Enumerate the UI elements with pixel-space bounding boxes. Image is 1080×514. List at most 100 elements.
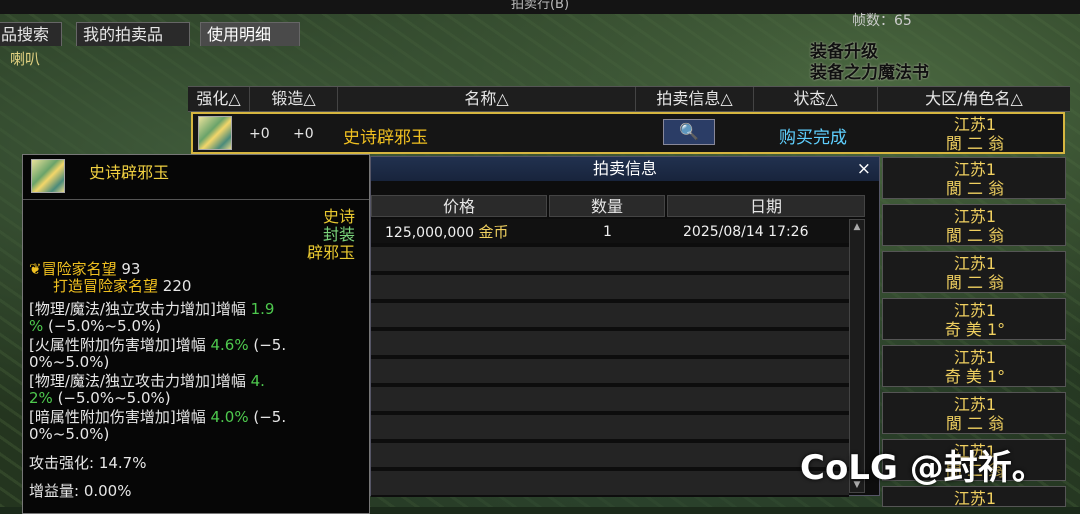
tooltip-type: 辟邪玉 [306,243,355,262]
table-row [371,247,849,273]
attack-boost-label: 攻击强化: [29,454,99,472]
dialog-title-bar[interactable]: 拍卖信息 × [371,157,879,181]
horn-label[interactable]: 喇叭 [10,48,40,69]
stat-line: [暗属性附加伤害增加]增幅 4.0% (−5. [29,409,286,426]
status-text: 购买完成 [779,128,847,148]
table-row [371,303,849,329]
server-cell: 江苏1 閬 二 翁 [883,160,1067,198]
tab-usage-details[interactable]: 使用明细 [200,22,300,46]
close-icon[interactable]: × [857,157,871,181]
server-cell: 江苏1 奇 美 1° [883,348,1067,386]
table-row [371,471,849,497]
buff-line2: 装备之力魔法书 [810,63,929,83]
server-region: 江苏1 [953,254,997,273]
reinforce-value: +0 [249,126,270,142]
table-row [371,415,849,441]
stat-line: [火属性附加伤害增加]增幅 4.6% (−5. [29,337,286,354]
stat-value: 4. [250,372,265,390]
dialog-header-price: 价格 [371,195,547,217]
tab-item-search[interactable]: 品搜索 [0,22,62,46]
buff-notice: 装备升级 装备之力魔法书 [810,42,929,84]
amulet-icon [31,159,65,193]
stat-text: [火属性附加伤害增加]增幅 [29,336,211,354]
attack-boost-line: 攻击强化: 14.7% [29,455,146,472]
buff-amount-value: 0.00% [83,482,132,500]
stat-text: 0%~5.0%) [29,425,110,443]
server-character: 閬 二 翁 [945,414,1005,433]
date-value: 2025/08/14 17:26 [683,224,809,240]
window-title: 拍卖行(B) [510,0,570,12]
header-forge[interactable]: 锻造△ [250,87,338,111]
server-character: 閬 二 翁 [945,179,1005,198]
table-row[interactable]: 江苏1 閬 二 翁 [882,392,1066,434]
table-row [371,275,849,301]
attack-boost-value: 14.7% [98,454,147,472]
stat-line: [物理/魔法/独立攻击力增加]增幅 1.9 [29,301,274,318]
forge-value: +0 [293,126,314,142]
stat-line: % (−5.0%~5.0%) [29,318,161,335]
tooltip-header: 史诗辟邪玉 [23,155,369,200]
item-tooltip: 史诗辟邪玉 史诗 封装 辟邪玉 ❦冒险家名望 93 打造冒险家名望 220 [物… [22,154,370,514]
table-row[interactable]: 江苏1 閬 二 翁 [882,251,1066,293]
server-character: 閬 二 翁 [945,134,1005,153]
server-region: 江苏1 [953,160,997,179]
dialog-header-quantity: 数量 [549,195,665,217]
header-auction-info[interactable]: 拍卖信息△ [636,87,754,111]
dialog-title: 拍卖信息 [592,159,657,178]
server-character: 閬 二 翁 [945,226,1005,245]
item-name: 史诗辟邪玉 [343,128,428,148]
amulet-icon[interactable] [198,116,232,150]
stat-value: 4.0% [210,408,249,426]
header-name[interactable]: 名称△ [338,87,636,111]
table-row[interactable]: 江苏1 閬 二 翁 [882,204,1066,246]
forge-fame-value: 220 [162,277,192,295]
stat-line: 2% (−5.0%~5.0%) [29,390,171,407]
stat-value: 2% [29,389,53,407]
price-currency: 金币 [478,223,509,241]
header-status[interactable]: 状态△ [754,87,878,111]
server-character: 閬 二 翁 [945,273,1005,292]
stat-value: 4.6% [210,336,249,354]
server-character: 奇 美 1° [944,367,1006,386]
server-cell: 江苏1 閬 二 翁 [883,395,1067,433]
table-row[interactable]: 江苏1 [882,486,1067,508]
auction-info-search-button[interactable]: 🔍 [663,119,715,145]
tab-label: 使用明细 [207,25,272,44]
price-value: 125,000,000 金币 [385,219,509,246]
table-row [371,331,849,357]
stat-text: [物理/魔法/独立攻击力增加]增幅 [29,300,251,318]
stat-value: 1.9 [250,300,275,318]
header-reinforce[interactable]: 强化△ [188,87,250,111]
tab-label: 我的拍卖品 [83,25,164,44]
quantity-value: 1 [603,224,612,240]
window-title-bar: 拍卖行(B) [0,0,1080,14]
dialog-header-date: 日期 [667,195,865,217]
stat-range: (−5.0%~5.0%) [43,317,162,335]
server-cell: 江苏1 閬 二 翁 [883,115,1067,153]
table-row[interactable]: 江苏1 閬 二 翁 [882,157,1066,199]
fame-icon: ❦ [29,260,42,278]
stat-line: 0%~5.0%) [29,354,109,371]
scroll-up-icon[interactable]: ▲ [851,221,863,233]
server-region: 江苏1 [953,348,997,367]
buff-amount-line: 增益量: 0.00% [29,483,131,500]
table-row[interactable]: 江苏1 奇 美 1° [882,298,1066,340]
server-region: 江苏1 [953,115,997,134]
server-region: 江苏1 [953,207,997,226]
result-row-selected[interactable]: +0 +0 史诗辟邪玉 🔍 购买完成 江苏1 閬 二 翁 [191,112,1065,154]
tab-my-auctions[interactable]: 我的拍卖品 [76,22,190,46]
table-row [371,387,849,413]
forge-fame-label: 打造冒险家名望 [53,277,159,295]
fps-counter: 帧数：65 [852,13,912,29]
results-header: 强化△ 锻造△ 名称△ 拍卖信息△ 状态△ 大区/角色名△ [188,86,1070,112]
server-cell: 江苏1 閬 二 翁 [883,207,1067,245]
header-region-character[interactable]: 大区/角色名△ [878,87,1070,111]
server-cell: 江苏1 [883,489,1067,508]
fame-value: 93 [121,260,141,278]
table-row[interactable]: 江苏1 奇 美 1° [882,345,1066,387]
stat-line: [物理/魔法/独立攻击力增加]增幅 4. [29,373,265,390]
stat-value: % [29,317,44,335]
buff-line1: 装备升级 [810,42,878,62]
price-amount: 125,000,000 [385,225,475,241]
server-character: 奇 美 1° [944,320,1006,339]
